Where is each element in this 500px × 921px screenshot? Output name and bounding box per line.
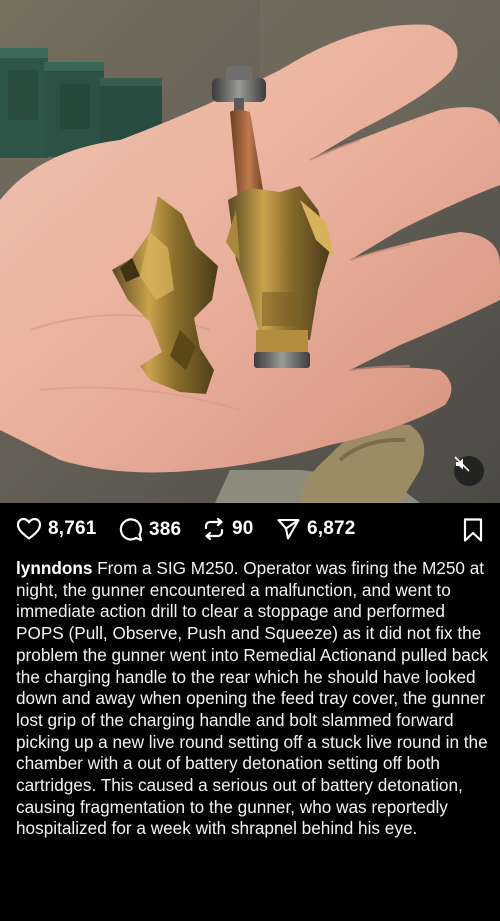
caption-text: From a SIG M250. Operator was firing the… bbox=[16, 558, 489, 839]
comment-count: 386 bbox=[149, 518, 182, 540]
username-link[interactable]: lynndons bbox=[16, 558, 92, 578]
speaker-muted-icon bbox=[454, 456, 470, 472]
like-count: 8,761 bbox=[48, 518, 97, 539]
post: 8,761 386 90 6,872 lynndons From a SIG M… bbox=[0, 0, 500, 921]
action-bar: 8,761 386 90 6,872 bbox=[0, 503, 500, 557]
comment-bubble-icon bbox=[119, 518, 143, 542]
repost-count: 90 bbox=[232, 518, 254, 539]
mute-button[interactable] bbox=[454, 456, 484, 486]
bookmark-icon bbox=[463, 518, 483, 542]
post-photo[interactable] bbox=[0, 0, 500, 503]
repost-button[interactable]: 90 bbox=[202, 517, 254, 541]
paper-plane-icon bbox=[277, 518, 300, 540]
share-count: 6,872 bbox=[307, 518, 356, 539]
post-caption: lynndons From a SIG M250. Operator was f… bbox=[16, 558, 490, 840]
save-button[interactable] bbox=[462, 517, 484, 543]
like-button[interactable]: 8,761 bbox=[16, 517, 97, 541]
comment-button[interactable]: 386 bbox=[118, 517, 181, 542]
repost-arrows-icon bbox=[204, 517, 224, 541]
photo-illustration bbox=[0, 0, 500, 503]
heart-icon bbox=[16, 517, 42, 540]
share-button[interactable]: 6,872 bbox=[276, 517, 356, 541]
